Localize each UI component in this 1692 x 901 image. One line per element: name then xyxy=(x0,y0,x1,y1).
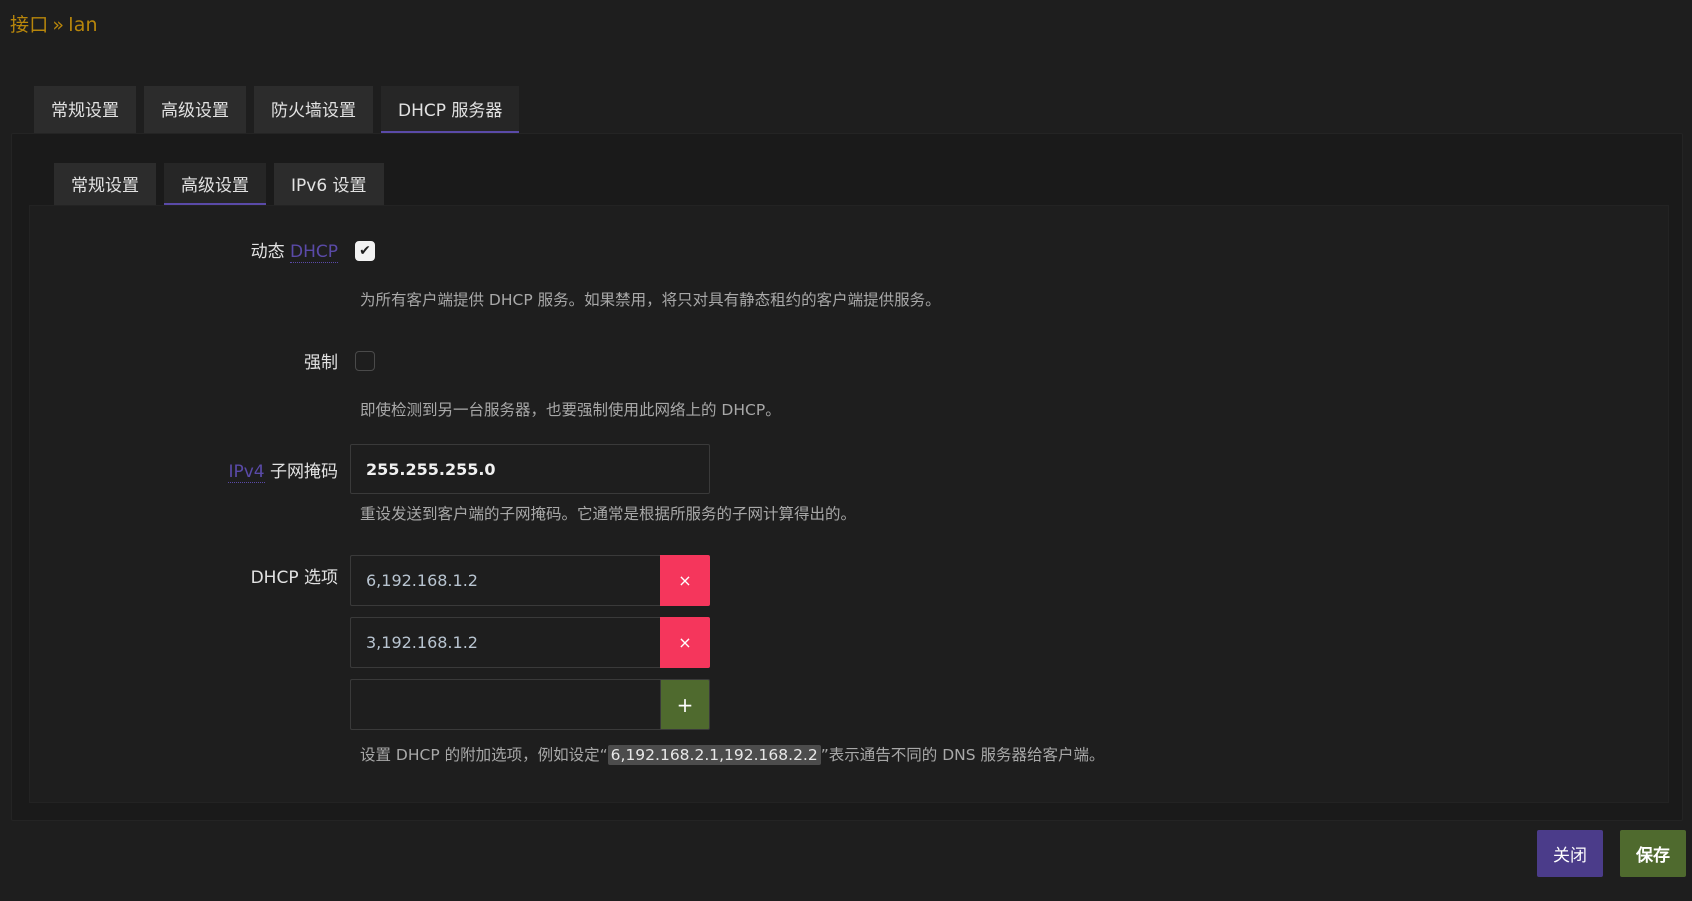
netmask-value: 255.255.255.0 xyxy=(366,459,496,479)
sub-tabs: 常规设置 高级设置 IPv6 设置 xyxy=(54,163,384,205)
ipv4-abbr: IPv4 xyxy=(228,462,265,483)
netmask-label-text: 子网掩码 xyxy=(270,462,338,482)
tab-firewall[interactable]: 防火墙设置 xyxy=(254,86,373,133)
remove-option-button[interactable]: × xyxy=(660,555,710,606)
breadcrumb-lan: lan xyxy=(68,14,98,36)
dhcp-options-help: 设置 DHCP 的附加选项，例如设定“ 6,192.168.2.1,192.168… xyxy=(360,743,1105,765)
dhcp-option-input[interactable]: 6,192.168.1.2 xyxy=(350,555,660,606)
dhcp-option-input[interactable]: 3,192.168.1.2 xyxy=(350,617,660,668)
add-option-button[interactable]: + xyxy=(660,679,710,730)
dhcp-option-row: 6,192.168.1.2 × xyxy=(350,555,710,606)
subtab-ipv6[interactable]: IPv6 设置 xyxy=(274,163,384,205)
plus-icon: + xyxy=(676,692,694,717)
remove-option-button[interactable]: × xyxy=(660,617,710,668)
tab-dhcp-server[interactable]: DHCP 服务器 xyxy=(381,86,520,133)
main-tabs: 常规设置 高级设置 防火墙设置 DHCP 服务器 xyxy=(34,86,520,133)
force-checkbox[interactable] xyxy=(355,351,375,371)
dhcp-option-new-input[interactable] xyxy=(350,679,660,730)
close-icon: × xyxy=(678,571,692,590)
close-icon: × xyxy=(678,633,692,652)
dhcp-option-row: 3,192.168.1.2 × xyxy=(350,617,710,668)
force-help: 即使检测到另一台服务器，也要强制使用此网络上的 DHCP。 xyxy=(360,401,781,419)
breadcrumb-separator: » xyxy=(52,14,65,36)
dhcp-options-help-example: 6,192.168.2.1,192.168.2.2 xyxy=(607,745,821,765)
tab-advanced[interactable]: 高级设置 xyxy=(144,86,246,133)
page-title: 接口» lan xyxy=(10,10,98,37)
dhcp-option-value: 3,192.168.1.2 xyxy=(366,633,478,652)
tab-general[interactable]: 常规设置 xyxy=(34,86,136,133)
netmask-label: IPv4 子网掩码 xyxy=(228,457,338,483)
dhcp-options-label: DHCP 选项 xyxy=(250,568,338,588)
dynamic-dhcp-help: 为所有客户端提供 DHCP 服务。如果禁用，将只对具有静态租约的客户端提供服务。 xyxy=(360,291,941,309)
netmask-help: 重设发送到客户端的子网掩码。它通常是根据所服务的子网计算得出的。 xyxy=(360,505,857,523)
dhcp-option-new-row: + xyxy=(350,679,710,730)
dhcp-option-value: 6,192.168.1.2 xyxy=(366,571,478,590)
dhcp-options-help-prefix: 设置 DHCP 的附加选项，例如设定“ xyxy=(360,746,608,764)
close-button[interactable]: 关闭 xyxy=(1537,830,1603,877)
dynamic-dhcp-label: 动态 DHCP xyxy=(250,237,338,263)
save-button[interactable]: 保存 xyxy=(1620,830,1686,877)
subtab-general[interactable]: 常规设置 xyxy=(54,163,156,205)
dhcp-abbr: DHCP xyxy=(290,242,338,263)
dhcp-options-help-suffix: ”表示通告不同的 DNS 服务器给客户端。 xyxy=(820,746,1105,764)
check-icon: ✔ xyxy=(359,243,371,259)
netmask-input[interactable]: 255.255.255.0 xyxy=(350,444,710,494)
subtab-advanced[interactable]: 高级设置 xyxy=(164,163,266,205)
dynamic-dhcp-label-text: 动态 xyxy=(250,242,285,262)
force-label: 强制 xyxy=(304,353,338,373)
dynamic-dhcp-checkbox[interactable]: ✔ xyxy=(355,241,375,261)
breadcrumb-interface: 接口 xyxy=(10,14,49,36)
